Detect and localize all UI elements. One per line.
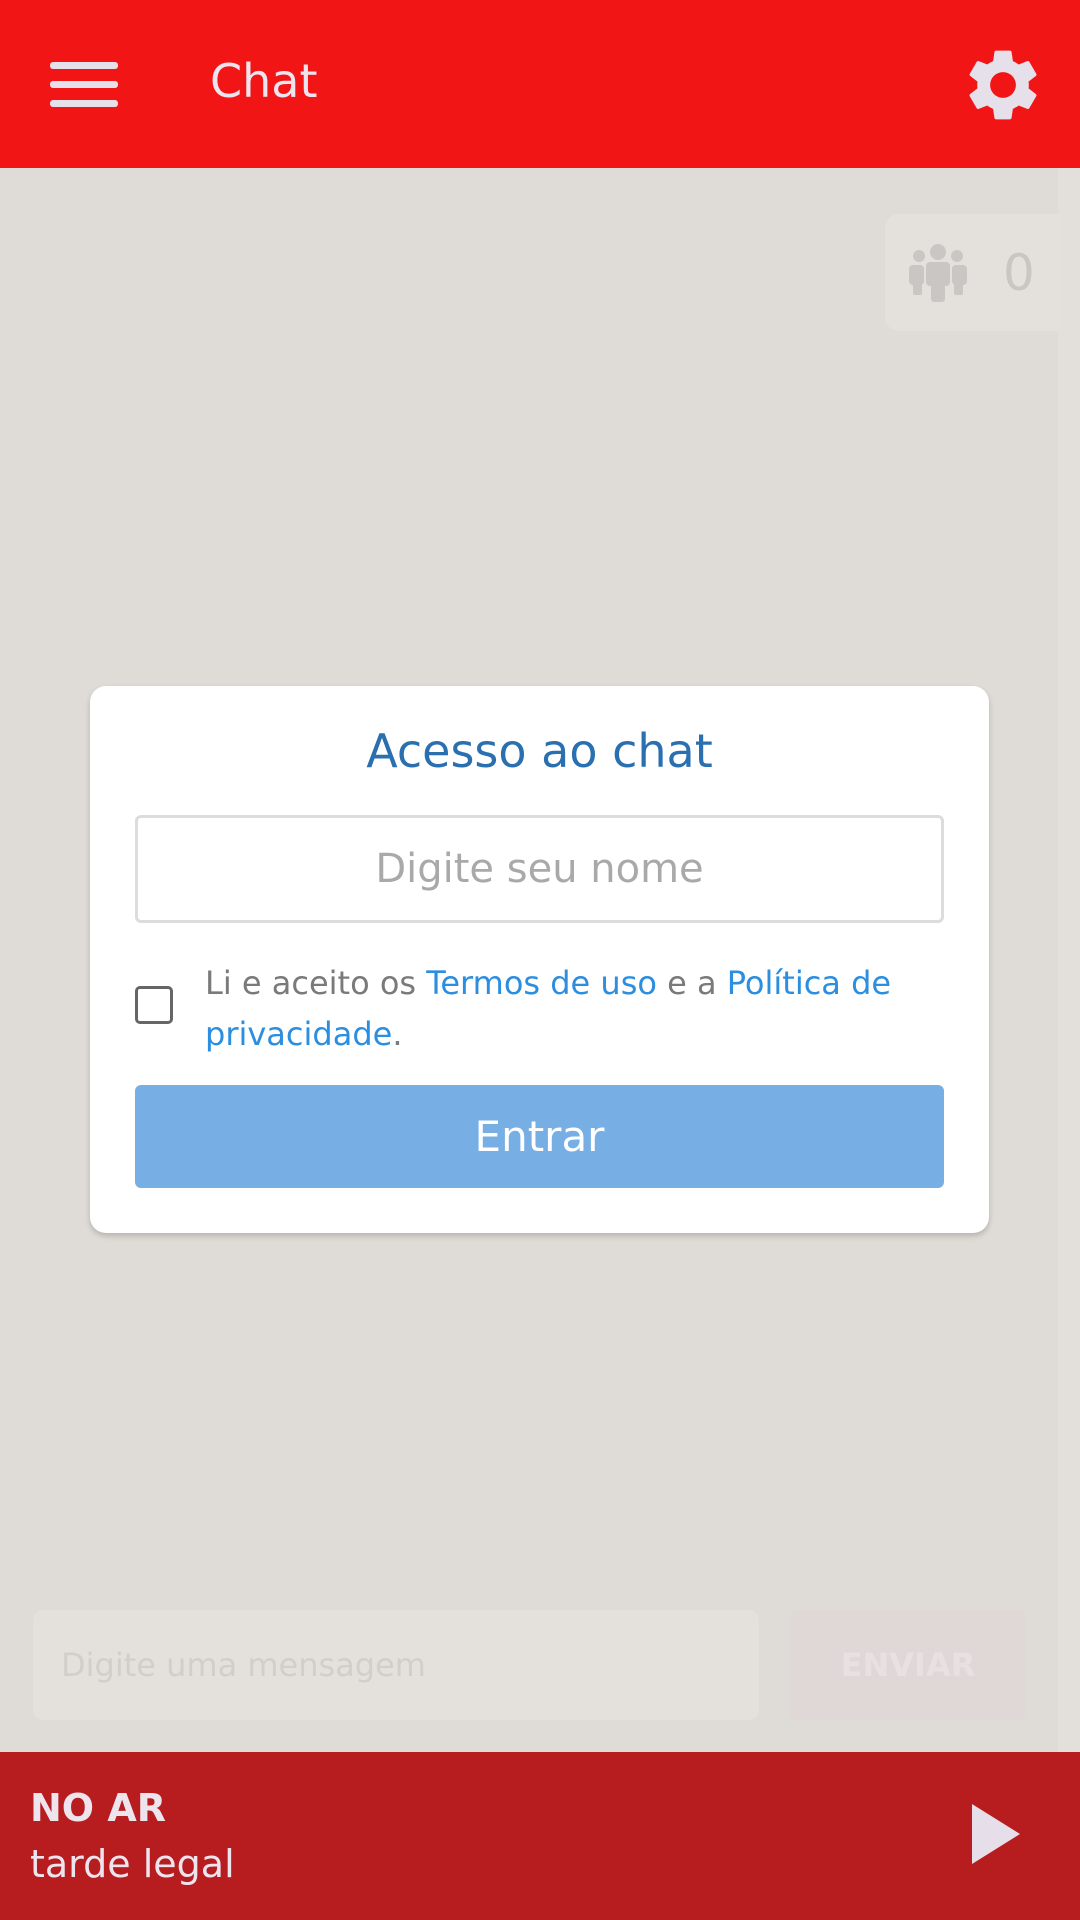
- terms-checkbox[interactable]: [135, 986, 173, 1024]
- users-count: 0: [1003, 244, 1035, 302]
- on-air-label: NO AR: [30, 1786, 167, 1830]
- player-bar: NO AR tarde legal: [0, 1752, 1080, 1920]
- terms-middle: e a: [656, 964, 727, 1002]
- users-online-badge[interactable]: 0: [885, 214, 1060, 331]
- chat-login-dialog: Acesso ao chat Li e aceito os Termos de …: [90, 686, 989, 1233]
- scrollbar[interactable]: [1058, 168, 1080, 1752]
- terms-suffix: .: [392, 1015, 403, 1053]
- play-icon[interactable]: [972, 1804, 1020, 1864]
- send-button[interactable]: ENVIAR: [790, 1610, 1026, 1720]
- terms-text: Li e aceito os Termos de uso e a Polític…: [205, 958, 925, 1060]
- enter-button[interactable]: Entrar: [135, 1085, 944, 1188]
- page-title: Chat: [210, 54, 318, 108]
- dialog-title: Acesso ao chat: [366, 724, 713, 778]
- gear-icon[interactable]: [960, 42, 1046, 128]
- name-input[interactable]: [135, 815, 944, 923]
- hamburger-icon[interactable]: [50, 62, 118, 108]
- message-input[interactable]: [33, 1610, 759, 1720]
- terms-of-use-link[interactable]: Termos de uso: [426, 964, 657, 1002]
- terms-prefix: Li e aceito os: [205, 964, 427, 1002]
- users-icon: [909, 244, 967, 302]
- app-header: Chat: [0, 0, 1080, 168]
- program-name: tarde legal: [30, 1842, 235, 1886]
